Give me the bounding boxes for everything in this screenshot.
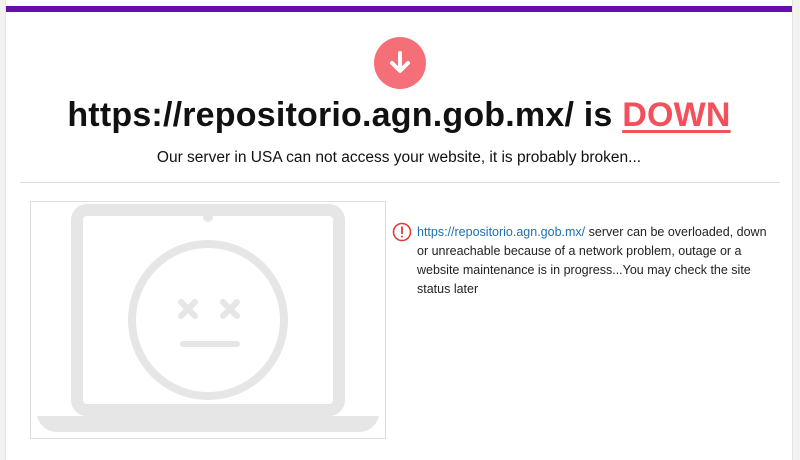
top-accent-bar — [6, 6, 792, 12]
page-title: https://repositorio.agn.gob.mx/ is DOWN — [6, 96, 792, 135]
arrow-down-icon — [390, 51, 410, 73]
exclamation-circle-icon — [392, 222, 412, 242]
down-badge — [374, 37, 426, 89]
subtitle: Our server in USA can not access your we… — [156, 149, 642, 166]
status-page: https://repositorio.agn.gob.mx/ is DOWN … — [5, 0, 793, 460]
illustration-panel — [30, 201, 386, 439]
divider — [20, 182, 780, 183]
notice-text: https://repositorio.agn.gob.mx/ server c… — [417, 223, 777, 299]
broken-laptop-sad-face-icon — [37, 204, 379, 432]
is-text: is — [583, 96, 613, 134]
site-url: https://repositorio.agn.gob.mx/ — [67, 96, 575, 134]
site-link[interactable]: https://repositorio.agn.gob.mx/ — [417, 225, 585, 239]
status-down: DOWN — [622, 96, 731, 134]
